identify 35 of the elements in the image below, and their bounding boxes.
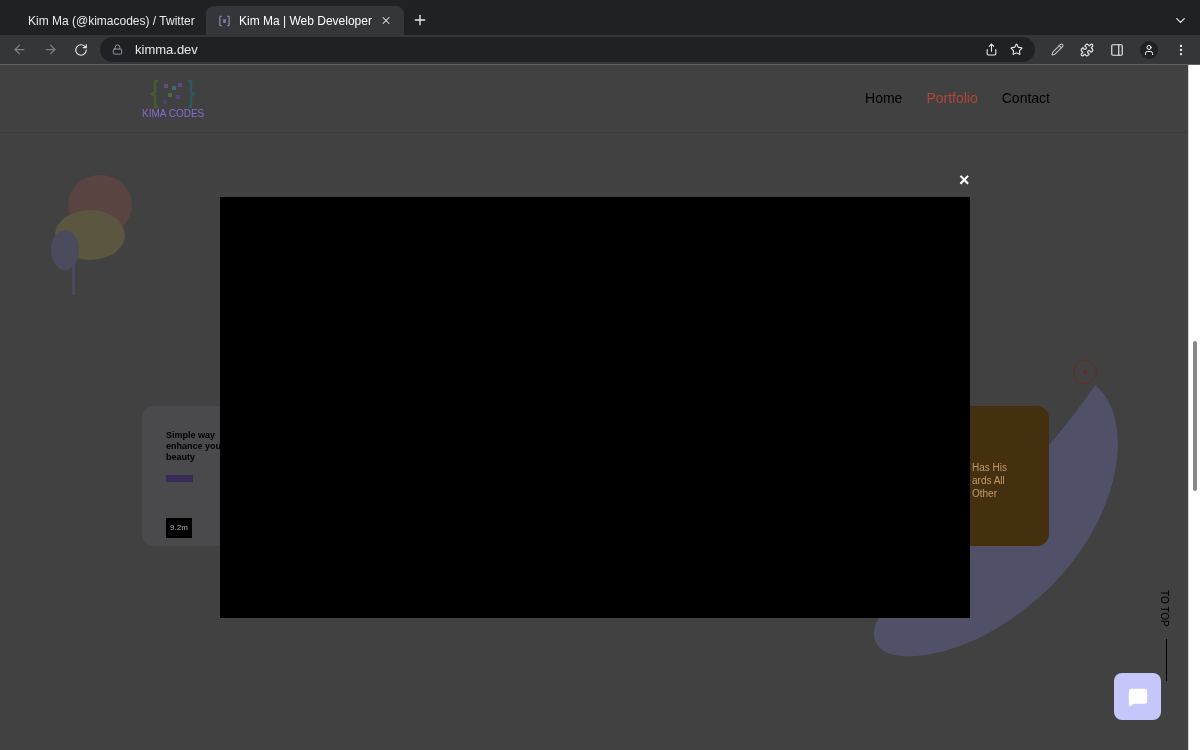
- chat-button[interactable]: [1114, 673, 1161, 720]
- card-button: [166, 475, 193, 482]
- share-icon[interactable]: [985, 43, 998, 56]
- logo-icon: [150, 78, 197, 109]
- card-heading: Simple way: [166, 430, 217, 441]
- extensions-icon[interactable]: [1080, 42, 1094, 57]
- profile-avatar[interactable]: [1140, 40, 1158, 59]
- chat-icon: [1127, 686, 1148, 707]
- logo-text: KIMA CODES: [142, 108, 205, 119]
- stat-badge: 9.2m: [166, 518, 192, 538]
- reload-icon[interactable]: [74, 42, 88, 57]
- card-text: Has His: [972, 460, 1008, 474]
- card-text: Other: [972, 486, 998, 500]
- side-panel-icon[interactable]: [1110, 42, 1124, 57]
- lock-icon: [112, 44, 123, 55]
- browser-tab[interactable]: Kim Ma | Web Developer: [206, 6, 404, 35]
- project-card[interactable]: Simple way enhance you beauty 9.2m: [142, 406, 220, 546]
- card-heading: beauty: [166, 452, 196, 463]
- forward-icon[interactable]: [43, 42, 58, 57]
- bracket-icon: [218, 14, 231, 27]
- new-tab-icon[interactable]: [412, 12, 428, 28]
- scrollbar-thumb[interactable]: [1192, 341, 1197, 491]
- close-icon[interactable]: [379, 14, 392, 27]
- card-text: ards All: [972, 473, 1006, 487]
- address-bar[interactable]: kimma.dev: [100, 37, 1035, 62]
- back-icon[interactable]: [12, 42, 27, 57]
- tab-title: Kim Ma (@kimacodes) / Twitter: [28, 12, 195, 30]
- project-card[interactable]: Has His ards All Other: [970, 406, 1049, 546]
- close-button[interactable]: ×: [955, 171, 974, 189]
- browser-tab[interactable]: Kim Ma (@kimacodes) / Twitter: [8, 6, 206, 35]
- star-icon[interactable]: [1010, 43, 1023, 56]
- pencil-icon[interactable]: [1051, 43, 1064, 56]
- card-heading: enhance you: [166, 441, 220, 452]
- url-text: kimma.dev: [135, 40, 199, 59]
- tab-title: Kim Ma | Web Developer: [239, 12, 372, 30]
